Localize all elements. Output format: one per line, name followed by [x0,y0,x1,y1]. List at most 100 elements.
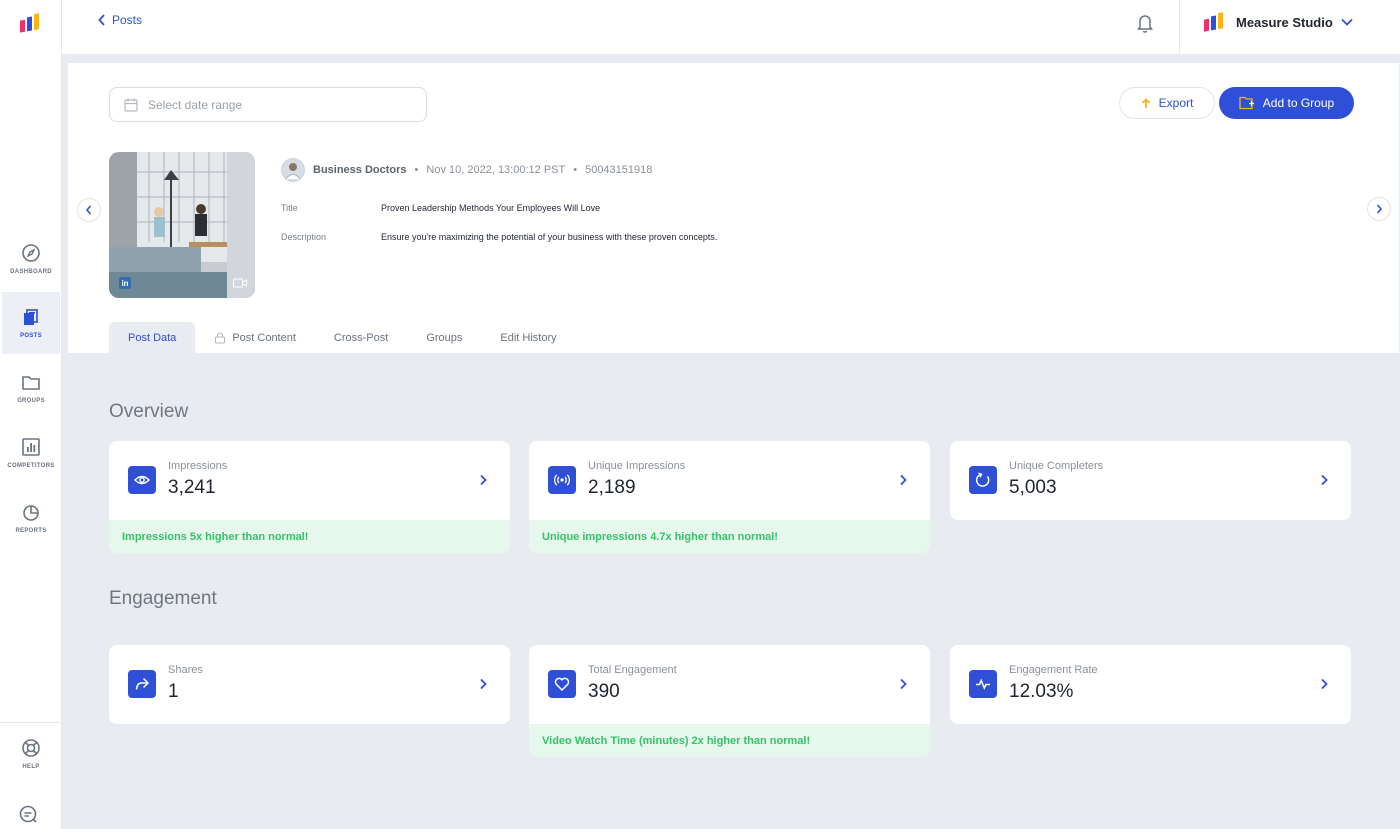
arrow-up-icon [1141,97,1150,108]
tab-post-data[interactable]: Post Data [109,322,196,353]
post-author: Business Doctors [313,164,407,176]
metric-value: 12.03% [1009,681,1074,702]
bar-chart-icon [22,438,40,456]
metric-value: 3,241 [168,477,216,498]
metric-value: 5,003 [1009,477,1057,498]
folder-icon [22,376,40,390]
engagement-heading: Engagement [109,588,217,609]
description-label: Description [281,232,327,242]
previous-post-button[interactable] [77,198,101,222]
metric-label: Engagement Rate [1009,664,1098,676]
chevron-right-icon [900,678,907,690]
card-header: Impressions 3,241 [109,441,510,520]
pie-chart-icon [23,505,39,521]
date-range-placeholder: Select date range [148,97,243,112]
tab-cross-post[interactable]: Cross-Post [315,322,407,353]
metric-highlight: Impressions 5x higher than normal! [109,520,510,553]
sidebar-item-help[interactable]: HELP [2,723,60,785]
chevron-left-icon [85,205,92,215]
chevron-left-icon [98,14,105,26]
card-icon [548,466,576,494]
sidebar-item-competitors[interactable]: COMPETITORS [2,422,60,484]
linkedin-icon: in [119,277,131,289]
card-header: Unique Impressions 2,189 [529,441,930,520]
chat-button[interactable] [18,804,40,826]
post-title: Proven Leadership Methods Your Employees… [381,203,601,213]
metric-label: Total Engagement [588,664,677,676]
tab-label: Edit History [500,331,557,344]
sidebar-item-label: GROUPS [17,398,45,404]
metric-highlight: Unique impressions 4.7x higher than norm… [529,520,930,553]
broadcast-icon [554,474,570,486]
post-panel: Select date range Export Add to Group in… [68,63,1399,353]
post-image [109,152,255,298]
tab-label: Post Data [128,331,177,344]
avatar [281,158,305,182]
chevron-right-icon [480,678,487,690]
chevron-right-icon [480,474,487,486]
meta-separator: • [414,164,419,176]
add-to-group-button[interactable]: Add to Group [1219,87,1354,119]
logo-icon [20,13,39,33]
video-icon [233,278,247,288]
sidebar-item-label: POSTS [20,333,42,339]
sidebar-item-label: REPORTS [15,528,47,534]
metric-value: 1 [168,681,179,702]
engagement-rate-card[interactable]: Engagement Rate 12.03% [950,645,1351,724]
tab-label: Cross-Post [333,331,389,344]
metric-value: 2,189 [588,477,636,498]
next-post-button[interactable] [1367,197,1391,221]
impressions-card[interactable]: Impressions 3,241 Impressions 5x higher … [109,441,510,553]
sidebar-item-groups[interactable]: GROUPS [2,357,60,419]
chevron-right-icon [900,474,907,486]
notifications-button[interactable] [1135,12,1155,34]
card-header: Total Engagement 390 [529,645,930,724]
card-header: Engagement Rate 12.03% [950,645,1351,724]
total-engagement-card[interactable]: Total Engagement 390 Video Watch Time (m… [529,645,930,757]
card-icon [128,466,156,494]
eye-icon [134,475,150,485]
tab-groups[interactable]: Groups [407,322,481,353]
metric-label: Impressions [168,460,228,472]
bell-icon [1137,15,1153,33]
post-thumbnail[interactable]: in [109,152,255,298]
card-icon [128,670,156,698]
export-button[interactable]: Export [1119,87,1215,119]
metric-highlight: Video Watch Time (minutes) 2x higher tha… [529,724,930,757]
top-bar: Posts Measure Studio [62,0,1400,55]
sidebar-item-reports[interactable]: REPORTS [2,487,60,549]
date-range-picker[interactable]: Select date range [109,87,427,122]
unique-impressions-card[interactable]: Unique Impressions 2,189 Unique impressi… [529,441,930,553]
tab-edit-history[interactable]: Edit History [481,322,575,353]
unique-completers-card[interactable]: Unique Completers 5,003 [950,441,1351,520]
post-tabs: Post Data Post Content Cross-Post Groups… [109,322,576,353]
pulse-icon [976,678,990,690]
metric-label: Unique Impressions [588,460,686,472]
metric-label: Unique Completers [1009,460,1104,472]
back-to-posts-link[interactable]: Posts [98,13,142,27]
folder-add-icon [1239,96,1254,110]
post-id: 50043151918 [585,164,653,176]
share-icon [135,677,150,690]
card-header: Shares 1 [109,645,510,724]
calendar-icon [124,98,138,112]
sidebar-item-posts[interactable]: POSTS [2,292,60,354]
post-description: Ensure you're maximizing the potential o… [381,232,718,242]
person-icon [284,163,302,180]
account-name: Measure Studio [1236,14,1333,30]
sidebar-item-label: COMPETITORS [7,463,55,469]
app-logo[interactable] [0,0,62,46]
shares-card[interactable]: Shares 1 [109,645,510,724]
account-switcher[interactable]: Measure Studio [1202,11,1353,33]
back-label: Posts [112,13,143,27]
compass-icon [22,244,40,262]
sidebar-item-dashboard[interactable]: DASHBOARD [2,228,60,290]
heart-icon [554,677,570,692]
card-icon [969,670,997,698]
brand-logo-icon [1204,12,1223,32]
tab-label: Post Content [232,331,296,344]
chevron-right-icon [1376,204,1383,214]
tab-post-content[interactable]: Post Content [195,322,315,353]
lifebuoy-icon [22,739,40,757]
sidebar-item-label: DASHBOARD [10,269,52,275]
